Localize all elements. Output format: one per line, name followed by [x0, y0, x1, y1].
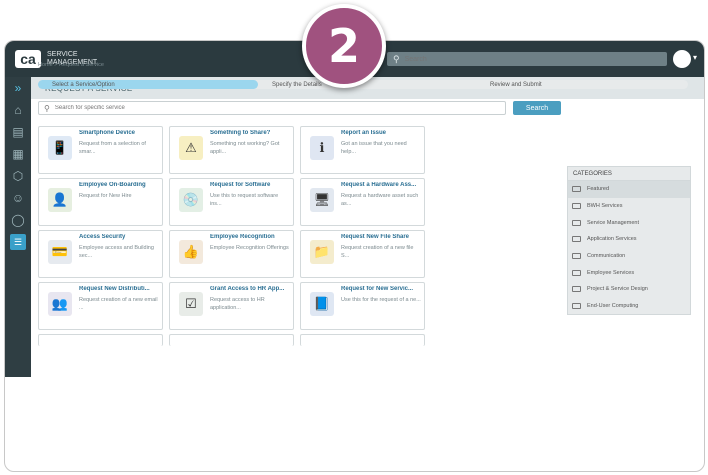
- book-icon[interactable]: ▦: [5, 143, 31, 165]
- service-title: Request for Software: [210, 182, 271, 188]
- computer-icon: 🖥: [310, 188, 334, 212]
- service-title: Employee On-Boarding: [79, 182, 146, 188]
- service-card[interactable]: 👤 Employee On-Boarding Request for New H…: [38, 178, 163, 226]
- search-icon: ⚲: [393, 53, 400, 64]
- folder-icon: [572, 286, 581, 293]
- service-book-icon: 📘: [310, 292, 334, 316]
- service-desc: Request from a selection of smar...: [79, 141, 146, 155]
- step-specify-details: Specify the Details: [272, 81, 322, 88]
- breadcrumb[interactable]: Home > Request a Service: [38, 62, 104, 68]
- service-search[interactable]: ⚲: [38, 101, 506, 115]
- service-desc: Request access to HR application...: [210, 297, 265, 311]
- step-number-badge: 2: [302, 4, 386, 88]
- avatar[interactable]: [673, 50, 691, 68]
- service-card[interactable]: 📘 Request for New Servic... Use this for…: [300, 282, 425, 330]
- folder-icon: [572, 186, 581, 193]
- category-item[interactable]: BWH Services: [568, 198, 690, 215]
- category-item[interactable]: Project & Service Design: [568, 281, 690, 298]
- service-card[interactable]: 👥 Request New Distributi... Request crea…: [38, 282, 163, 330]
- group-icon: 👥: [48, 292, 72, 316]
- category-item[interactable]: Featured: [568, 181, 690, 198]
- service-search-input[interactable]: [54, 105, 495, 111]
- category-item[interactable]: Service Management: [568, 214, 690, 231]
- service-title: Request New File Share: [341, 234, 410, 240]
- step-review-submit: Review and Submit: [490, 81, 542, 88]
- smartphone-icon: 📱: [48, 136, 72, 160]
- catalog-icon[interactable]: ☰: [10, 234, 26, 250]
- folder-share-icon: 📁: [310, 240, 334, 264]
- service-title: Request for New Servic...: [341, 286, 414, 292]
- warning-icon: ⚠: [179, 136, 203, 160]
- service-card[interactable]: 📁 Request New File Share Request creatio…: [300, 230, 425, 278]
- service-desc: Request creation of a new file S...: [341, 245, 414, 259]
- service-desc: Employee access and Building sec...: [79, 245, 154, 259]
- category-item[interactable]: Employee Services: [568, 264, 690, 281]
- chevron-right-icon[interactable]: »: [5, 77, 31, 99]
- step-select-service: Select a Service/Option: [38, 80, 258, 89]
- service-desc: Request a hardware asset such as...: [341, 193, 419, 207]
- service-card[interactable]: ⚠ Something to Share? Something not work…: [169, 126, 294, 174]
- service-card[interactable]: 📱 Smartphone Device Request from a selec…: [38, 126, 163, 174]
- chat-icon[interactable]: ◯: [5, 209, 31, 231]
- service-card-partial[interactable]: [300, 334, 425, 346]
- service-title: Employee Recognition: [210, 234, 275, 240]
- access-card-icon: 💳: [48, 240, 72, 264]
- info-icon: ℹ: [310, 136, 334, 160]
- categories-panel: CATEGORIES Featured BWH Services Service…: [567, 166, 691, 315]
- service-title: Access Security: [79, 234, 126, 240]
- service-card[interactable]: 👍 Employee Recognition Employee Recognit…: [169, 230, 294, 278]
- service-card[interactable]: ℹ Report an Issue Got an issue that you …: [300, 126, 425, 174]
- folder-icon: [572, 219, 581, 226]
- service-desc: Request for New Hire: [79, 193, 132, 199]
- person-icon: 👤: [48, 188, 72, 212]
- service-title: Something to Share?: [210, 130, 271, 136]
- service-card[interactable]: ☑ Grant Access to HR App... Request acce…: [169, 282, 294, 330]
- service-desc: Got an issue that you need help...: [341, 141, 407, 155]
- category-item[interactable]: Application Services: [568, 231, 690, 248]
- home-icon[interactable]: ⌂: [5, 99, 31, 121]
- service-title: Report an Issue: [341, 130, 387, 136]
- document-icon[interactable]: ▤: [5, 121, 31, 143]
- service-card[interactable]: 🖥 Request a Hardware Ass... Request a ha…: [300, 178, 425, 226]
- service-desc: Use this to request software ins...: [210, 193, 279, 207]
- service-card[interactable]: 💳 Access Security Employee access and Bu…: [38, 230, 163, 278]
- users-icon[interactable]: ☺: [5, 187, 31, 209]
- software-disc-icon: 💿: [179, 188, 203, 212]
- service-card-partial[interactable]: [38, 334, 163, 346]
- sidebar: » ⌂ ▤ ▦ ⬡ ☺ ◯ ☰: [5, 77, 31, 377]
- service-title: Smartphone Device: [79, 130, 136, 136]
- chevron-down-icon[interactable]: ▾: [693, 53, 697, 62]
- category-item[interactable]: End-User Computing: [568, 298, 690, 315]
- categories-heading: CATEGORIES: [568, 167, 690, 181]
- box-icon[interactable]: ⬡: [5, 165, 31, 187]
- folder-icon: [572, 253, 581, 260]
- folder-icon: [572, 203, 581, 210]
- folder-icon: [572, 269, 581, 276]
- service-card-partial[interactable]: [169, 334, 294, 346]
- service-title: Request a Hardware Ass...: [341, 182, 417, 188]
- service-desc: Use this for the request of a ne...: [341, 297, 421, 303]
- service-title: Request New Distributi...: [79, 286, 150, 292]
- category-item[interactable]: Communication: [568, 248, 690, 265]
- folder-icon: [572, 236, 581, 243]
- folder-icon: [572, 303, 581, 310]
- search-button[interactable]: Search: [513, 101, 561, 115]
- global-search-input[interactable]: [404, 55, 645, 63]
- search-icon: ⚲: [44, 103, 50, 113]
- thumbs-up-icon: 👍: [179, 240, 203, 264]
- checkbox-app-icon: ☑: [179, 292, 203, 316]
- service-desc: Employee Recognition Offerings: [210, 245, 289, 251]
- global-search[interactable]: ⚲: [387, 52, 667, 66]
- service-title: Grant Access to HR App...: [210, 286, 285, 292]
- service-desc: Something not working? Got appli...: [210, 141, 280, 155]
- service-card[interactable]: 💿 Request for Software Use this to reque…: [169, 178, 294, 226]
- service-desc: Request creation of a new email ...: [79, 297, 158, 311]
